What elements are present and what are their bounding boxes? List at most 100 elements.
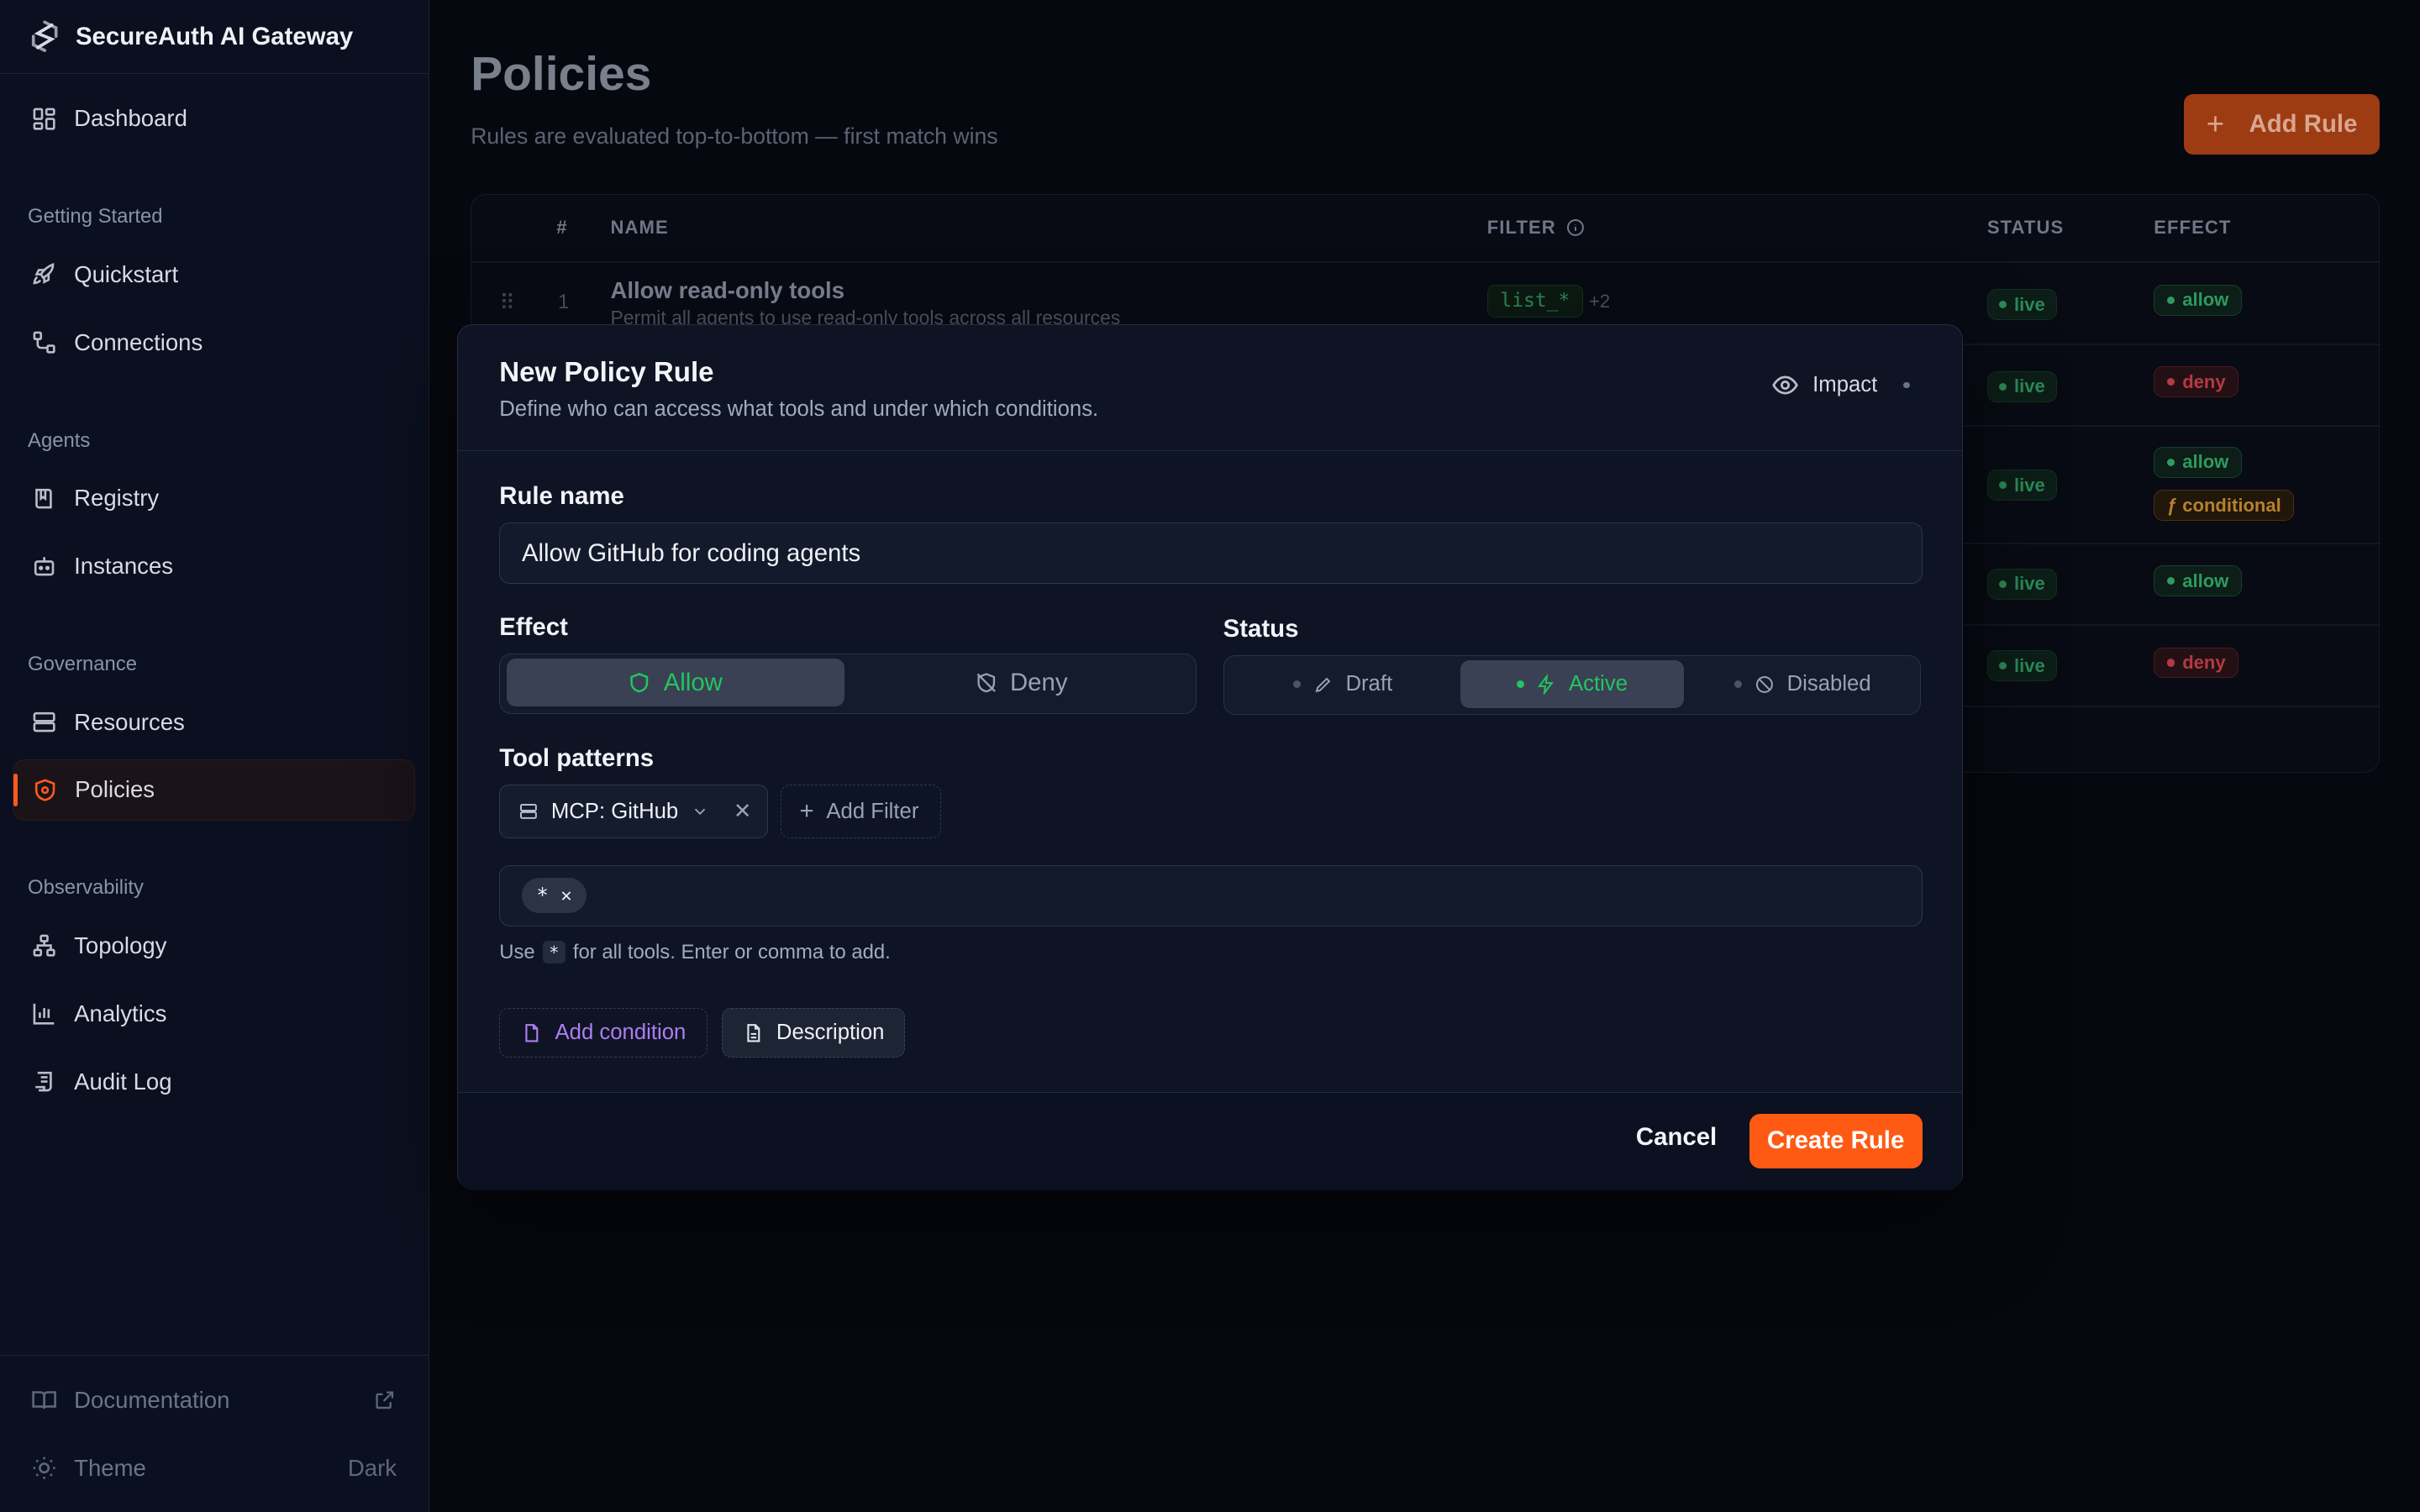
- effect-dot: [2166, 458, 2175, 466]
- status-active-button[interactable]: Active: [1460, 660, 1684, 709]
- cancel-button[interactable]: Cancel: [1636, 1123, 1717, 1152]
- sidebar-item-instances[interactable]: Instances: [13, 535, 415, 596]
- filter-chip: list_*: [1486, 284, 1583, 318]
- resource-filter-chip[interactable]: MCP: GitHub ✕: [499, 785, 768, 839]
- sidebar-item-policies[interactable]: Policies: [12, 759, 416, 822]
- brand-logo-icon: [31, 20, 58, 53]
- add-condition-button[interactable]: Add condition: [499, 1008, 708, 1058]
- file-icon: [525, 1024, 539, 1042]
- status-dot: [1998, 301, 2007, 309]
- status-dot: [1998, 662, 2007, 670]
- theme-toggle[interactable]: Theme Dark: [13, 1437, 415, 1499]
- status-dot: [1998, 580, 2007, 588]
- sidebar-item-topology[interactable]: Topology: [13, 915, 415, 976]
- effect-label: Effect: [499, 613, 568, 642]
- remove-filter-icon[interactable]: ✕: [734, 799, 752, 824]
- rule-name-label: Rule name: [499, 482, 624, 511]
- effect-dot: [2166, 659, 2175, 667]
- status-badge: live: [1986, 370, 2057, 402]
- dialog-title: New Policy Rule: [499, 357, 714, 389]
- chevron-down-icon[interactable]: [691, 802, 709, 821]
- effect-text: deny: [2182, 651, 2226, 673]
- scroll-icon: [34, 1071, 52, 1092]
- add-filter-button[interactable]: + Add Filter: [780, 785, 941, 839]
- description-button[interactable]: Description: [721, 1008, 906, 1058]
- effect-dot: [2166, 576, 2175, 585]
- effect-allow-button[interactable]: Allow: [506, 659, 844, 707]
- sidebar-item-registry[interactable]: Registry: [13, 468, 415, 529]
- sidebar-item-connections[interactable]: Connections: [13, 312, 415, 373]
- shield-off-icon: [976, 673, 996, 693]
- zap-icon: [1538, 674, 1555, 695]
- page-subtitle: Rules are evaluated top-to-bottom — firs…: [471, 123, 998, 149]
- sidebar-item-audit-log[interactable]: Audit Log: [13, 1051, 415, 1112]
- conditional-badge: ƒ conditional: [2154, 490, 2295, 521]
- rule-name-input[interactable]: Allow GitHub for coding agents: [499, 522, 1923, 585]
- eye-icon: [1771, 375, 1798, 395]
- sidebar-item-analytics[interactable]: Analytics: [13, 983, 415, 1044]
- sidebar-item-quickstart[interactable]: Quickstart: [13, 244, 415, 305]
- drag-handle-icon[interactable]: ⠿: [499, 291, 515, 316]
- description-label: Description: [776, 1021, 885, 1045]
- effect-allow-label: Allow: [663, 668, 723, 696]
- hint-code: *: [542, 940, 566, 964]
- brand[interactable]: SecureAuth AI Gateway: [0, 0, 429, 75]
- add-rule-button[interactable]: + Add Rule: [2183, 94, 2381, 155]
- column-header-status: STATUS: [1986, 217, 2065, 239]
- page-title: Policies: [471, 47, 652, 102]
- sidebar-item-dashboard[interactable]: Dashboard: [13, 88, 415, 150]
- status-badge: live: [1986, 650, 2057, 681]
- create-rule-button[interactable]: Create Rule: [1749, 1114, 1923, 1168]
- info-icon[interactable]: [1565, 218, 1586, 238]
- group-label-observability: Observability: [28, 876, 144, 900]
- status-draft-button[interactable]: Draft: [1230, 660, 1455, 708]
- effect-segmented-control: Allow Deny: [499, 653, 1197, 714]
- remove-tag-icon[interactable]: ✕: [560, 885, 571, 906]
- effect-dot: [2166, 296, 2175, 304]
- status-badge: live: [1986, 470, 2057, 501]
- sidebar-item-resources[interactable]: Resources: [13, 691, 415, 753]
- status-label: Status: [1223, 615, 1299, 643]
- pencil-icon: [1315, 677, 1331, 693]
- effect-badge-deny: deny: [2154, 366, 2239, 397]
- resource-filter-label: MCP: GitHub: [550, 799, 679, 823]
- effect-deny-button[interactable]: Deny: [850, 659, 1192, 706]
- sidebar-item-label: Resources: [74, 708, 185, 735]
- effect-badge-allow: allow: [2154, 446, 2242, 478]
- status-text: live: [2014, 573, 2045, 595]
- tool-pattern-input[interactable]: * ✕: [499, 864, 1923, 927]
- status-disabled-button[interactable]: Disabled: [1690, 660, 1915, 708]
- status-text: live: [2014, 654, 2045, 676]
- status-badge: live: [1986, 289, 2057, 321]
- hint-use: Use: [499, 940, 535, 963]
- add-condition-label: Add condition: [555, 1021, 687, 1045]
- rule-name[interactable]: Allow read-only tools: [610, 277, 844, 304]
- impact-toggle[interactable]: Impact: [1771, 371, 1910, 399]
- sidebar-item-label: Registry: [74, 485, 160, 512]
- status-text: live: [2014, 293, 2045, 315]
- effect-badge-deny: deny: [2154, 647, 2239, 679]
- effect-text: allow: [2182, 451, 2229, 473]
- add-filter-label: Add Filter: [826, 799, 919, 823]
- impact-label: Impact: [1812, 372, 1878, 396]
- column-header-effect: EFFECT: [2154, 217, 2232, 239]
- status-dot: [1998, 382, 2007, 391]
- column-header-filter-label: FILTER: [1486, 217, 1556, 239]
- header-divider: [471, 261, 2380, 264]
- column-header-filter: FILTER: [1487, 217, 1586, 239]
- plus-icon: +: [2206, 106, 2225, 141]
- sidebar-item-documentation[interactable]: Documentation: [13, 1369, 415, 1431]
- shield-check-icon: [630, 673, 649, 693]
- status-text: live: [2014, 474, 2045, 496]
- status-dot: [1998, 481, 2007, 490]
- sidebar-footer: Documentation Theme Dark: [0, 1354, 429, 1481]
- new-policy-rule-dialog: New Policy Rule Define who can access wh…: [456, 323, 1964, 1191]
- row-number: 1: [558, 291, 570, 314]
- column-header-number: #: [556, 217, 568, 239]
- file-text-icon: [746, 1024, 760, 1042]
- theme-label: Theme: [74, 1454, 146, 1481]
- effect-deny-label: Deny: [1009, 668, 1068, 696]
- impact-indicator: [1903, 381, 1910, 388]
- status-badge: live: [1986, 568, 2057, 600]
- effect-dot: [2166, 378, 2175, 386]
